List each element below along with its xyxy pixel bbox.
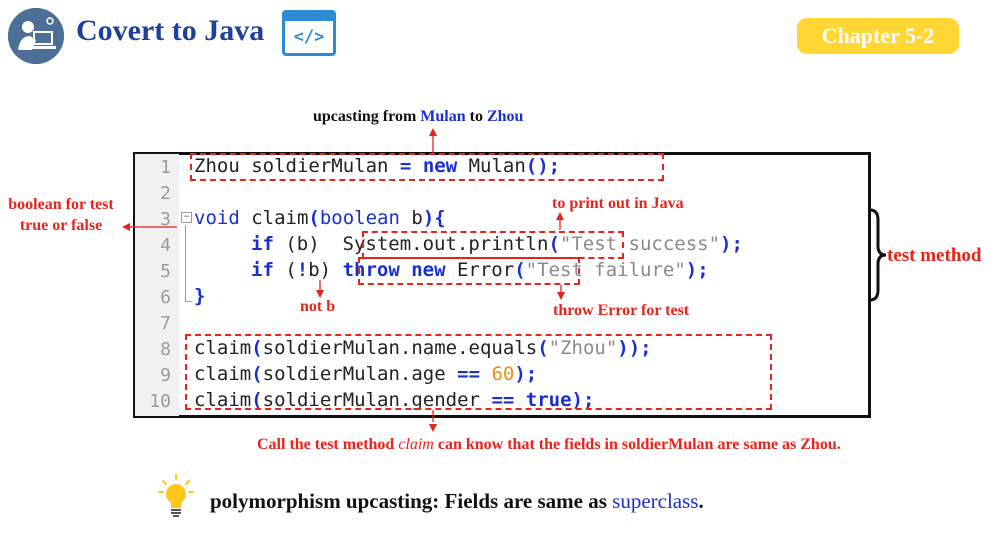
summary-text: polymorphism upcasting: Fields are same … xyxy=(210,489,704,513)
annotation-arrows xyxy=(122,128,565,432)
lightbulb-icon xyxy=(158,474,194,517)
throw-error-annotation: throw Error for test xyxy=(553,302,690,319)
not-b-annotation: not b xyxy=(300,298,336,315)
print-out-annotation: to print out in Java xyxy=(552,195,684,212)
boolean-annotation: boolean for test true or false xyxy=(8,196,114,234)
call-test-annotation: Call the test method claim can know that… xyxy=(257,436,841,453)
test-method-annotation: test method xyxy=(887,245,982,266)
